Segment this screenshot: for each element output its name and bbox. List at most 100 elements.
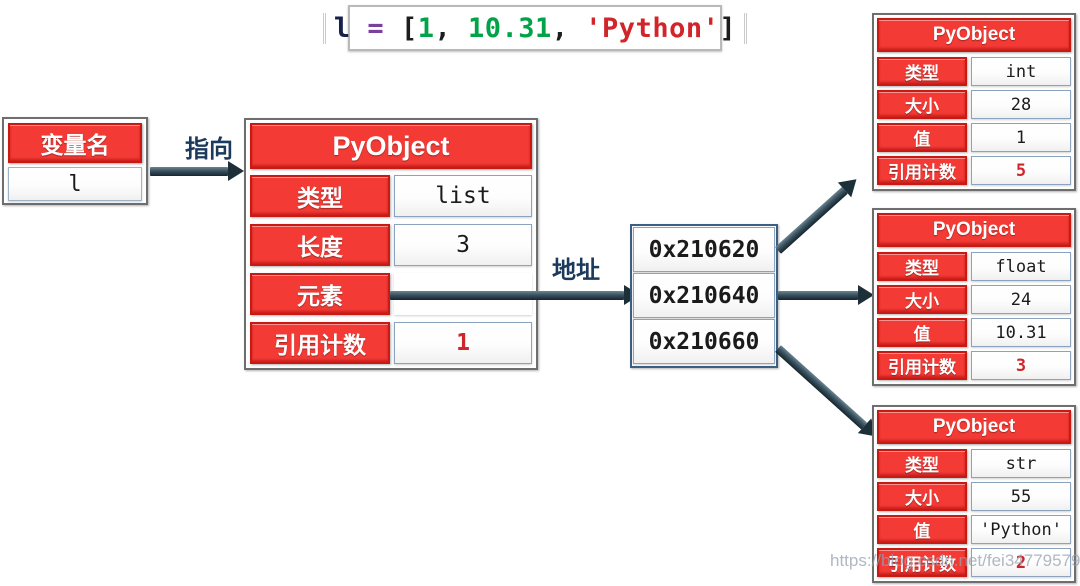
element-row-value-text-2-3: 2 [1015,552,1027,573]
list-pyobject-header: PyObject [250,123,532,169]
element-row-value-2-1: 55 [971,482,1071,511]
element-row-value-text-1-2: 10.31 [995,322,1047,343]
element-row-value-text-2-2: 'Python' [980,519,1062,540]
list-row-value-0: list [394,175,532,217]
element-row-label-text-1-1: 大小 [905,292,939,311]
code-equals: = [367,12,385,44]
element-row-value-text-2-0: str [1005,453,1037,474]
address-row-0: 0x210620 [633,227,775,272]
arrow-shaft [774,345,868,430]
element-row-label-1-1: 大小 [877,285,967,314]
arrow-shaft [778,291,858,300]
address-label: 地址 [552,250,600,285]
arrow-shaft [390,291,624,300]
code-item-3: 'Python' [585,12,720,44]
element-row-label-2-2: 值 [877,515,967,544]
element-pyobject-header-1: PyObject [877,213,1071,247]
code-variable: l [333,12,351,44]
arrow-address-to-int-object [774,171,864,254]
list-row-label-1: 长度 [250,224,390,266]
points-to-label: 指向 [185,129,233,164]
code-banner: l = [1, 10.31, 'Python'] [322,5,748,51]
arrow-list-to-address [390,285,640,305]
element-row-value-2-0: str [971,449,1071,478]
points-to-text: 指向 [185,135,233,163]
element-row-label-0-2: 值 [877,123,967,152]
arrow-address-to-str-object [774,345,884,444]
list-pyobject-header-label: PyObject [332,130,450,161]
arrow-shaft [774,186,848,254]
list-row-value-3: 1 [394,322,532,364]
element-row-value-1-2: 10.31 [971,318,1071,347]
element-row-value-text-0-1: 28 [1010,94,1032,115]
element-row-label-2-0: 类型 [877,449,967,478]
element-pyobject-header-2: PyObject [877,410,1071,444]
address-row-1: 0x210640 [633,273,775,318]
element-row-label-text-2-1: 大小 [905,489,939,508]
list-row-value-text-1: 3 [456,232,470,258]
element-row-label-text-0-1: 大小 [905,97,939,116]
element-row-label-1-2: 值 [877,318,967,347]
list-row-label-text-0: 类型 [297,185,343,211]
list-row-label-text-2: 元素 [297,283,343,309]
element-row-label-text-2-2: 值 [913,522,931,541]
element-row-value-2-2: 'Python' [971,515,1071,544]
element-pyobject-header-0: PyObject [877,18,1071,52]
address-row-text-1: 0x210640 [648,282,760,309]
variable-box-header-label: 变量名 [40,132,110,158]
list-row-value-text-3: 1 [456,330,470,356]
element-row-label-2-3: 引用计数 [877,548,967,577]
element-row-label-text-2-0: 类型 [905,456,939,475]
element-row-label-2-1: 大小 [877,482,967,511]
variable-box-value-text: l [68,171,82,197]
element-row-label-text-1-0: 类型 [905,259,939,278]
arrow-head [228,161,244,181]
address-row-2: 0x210660 [633,319,775,364]
address-row-text-2: 0x210660 [648,328,760,355]
list-row-label-text-1: 长度 [297,234,343,260]
element-row-value-0-0: int [971,57,1071,86]
element-row-value-text-0-2: 1 [1015,127,1027,148]
element-row-value-0-2: 1 [971,123,1071,152]
diagram-canvas: l = [1, 10.31, 'Python'] 变量名 l 指向 PyObje… [0,0,1080,586]
address-row-text-0: 0x210620 [648,236,760,263]
list-row-label-text-3: 引用计数 [274,332,366,358]
element-row-label-text-1-2: 值 [913,325,931,344]
element-row-label-0-3: 引用计数 [877,156,967,185]
code-separator-2: , [551,12,586,44]
element-row-label-text-1-3: 引用计数 [888,358,956,377]
element-row-label-text-0-0: 类型 [905,64,939,83]
element-pyobject-header-label-1: PyObject [932,219,1016,240]
variable-box-value: l [8,167,142,201]
element-row-value-text-1-3: 3 [1015,355,1027,376]
element-row-label-1-3: 引用计数 [877,351,967,380]
element-row-label-1-0: 类型 [877,252,967,281]
list-row-value-text-0: list [435,183,491,209]
element-row-value-text-2-1: 55 [1010,486,1032,507]
list-row-label-0: 类型 [250,175,390,217]
element-row-label-0-0: 类型 [877,57,967,86]
element-row-value-text-0-3: 5 [1015,160,1027,181]
code-separator-1: , [434,12,468,44]
element-row-label-text-0-3: 引用计数 [888,163,956,182]
code-banner-text: l = [1, 10.31, 'Python'] [322,12,748,44]
element-row-label-text-0-2: 值 [913,130,931,149]
element-row-label-0-1: 大小 [877,90,967,119]
arrow-variable-to-list [150,161,244,181]
address-text: 地址 [552,256,600,284]
element-row-value-1-0: float [971,252,1071,281]
element-row-value-text-1-1: 24 [1010,289,1032,310]
code-open-bracket: [ [400,12,418,44]
arrow-shaft [150,167,228,176]
variable-box-header: 变量名 [8,123,142,163]
element-pyobject-header-label-0: PyObject [932,24,1016,45]
code-close-bracket: ] [719,12,737,44]
arrow-address-to-float-object [778,285,874,305]
list-row-value-1: 3 [394,224,532,266]
code-item-1: 1 [417,12,435,44]
element-row-label-text-2-3: 引用计数 [888,555,956,574]
list-row-label-2: 元素 [250,273,390,315]
element-row-value-0-3: 5 [971,156,1071,185]
list-row-label-3: 引用计数 [250,322,390,364]
